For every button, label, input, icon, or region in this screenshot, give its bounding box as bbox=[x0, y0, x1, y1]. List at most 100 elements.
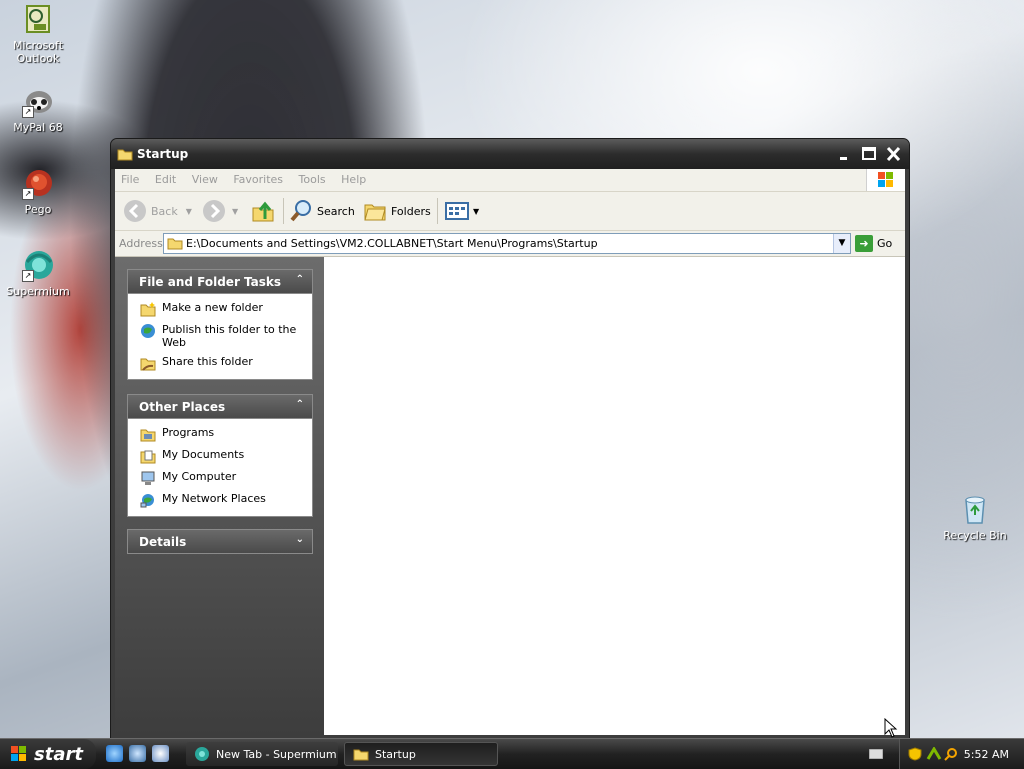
search-button[interactable]: Search bbox=[289, 198, 355, 224]
desktop-icon-label: Pego bbox=[24, 203, 52, 216]
place-my-network-places[interactable]: My Network Places bbox=[140, 492, 304, 508]
back-label: Back bbox=[151, 204, 178, 218]
task-pane: File and Folder Tasks ⌃ Make a new folde… bbox=[115, 257, 324, 735]
network-icon[interactable] bbox=[926, 747, 942, 761]
recycle-bin-icon bbox=[959, 494, 991, 526]
collapse-chevron-icon[interactable]: ⌃ bbox=[296, 274, 304, 285]
close-button[interactable] bbox=[884, 146, 903, 163]
outlook-express-icon[interactable] bbox=[129, 745, 146, 762]
views-icon bbox=[445, 202, 469, 220]
desktop-icon-mypal[interactable]: ↗ MyPal 68 bbox=[0, 86, 76, 134]
place-label: My Documents bbox=[162, 448, 245, 461]
panel-body: Make a new folder Publish this folder to… bbox=[127, 293, 313, 380]
panel-header[interactable]: File and Folder Tasks ⌃ bbox=[127, 269, 313, 293]
panel-header[interactable]: Other Places ⌃ bbox=[127, 394, 313, 418]
share-folder-icon bbox=[140, 358, 156, 371]
clock[interactable]: 5:52 AM bbox=[964, 748, 1009, 761]
minimize-button[interactable] bbox=[836, 146, 855, 163]
task-label: Make a new folder bbox=[162, 301, 263, 314]
taskbar-task-startup[interactable]: Startup bbox=[344, 742, 498, 766]
menu-view[interactable]: View bbox=[186, 169, 224, 190]
task-label: Share this folder bbox=[162, 355, 253, 368]
folders-icon bbox=[364, 204, 386, 221]
views-button[interactable]: ▼ bbox=[445, 198, 479, 224]
maximize-button[interactable] bbox=[860, 146, 879, 163]
file-list-area[interactable] bbox=[324, 257, 905, 735]
menu-edit[interactable]: Edit bbox=[149, 169, 182, 190]
desktop-icon-outlook[interactable]: Microsoft Outlook bbox=[0, 4, 76, 65]
forward-dropdown-icon: ▼ bbox=[232, 206, 239, 216]
new-folder-icon bbox=[140, 302, 156, 317]
go-button[interactable]: ➜ Go bbox=[855, 234, 892, 253]
place-label: My Computer bbox=[162, 470, 237, 483]
address-value: E:\Documents and Settings\VM2.COLLABNET\… bbox=[186, 237, 598, 250]
my-computer-icon bbox=[141, 471, 155, 485]
address-input[interactable]: E:\Documents and Settings\VM2.COLLABNET\… bbox=[163, 233, 851, 254]
keyboard-icon[interactable] bbox=[869, 749, 883, 759]
desktop-icon-supermium[interactable]: ↗ Supermium bbox=[0, 250, 76, 298]
back-button[interactable]: Back ▼ bbox=[123, 198, 192, 224]
task-share-folder[interactable]: Share this folder bbox=[140, 355, 304, 371]
place-my-documents[interactable]: My Documents bbox=[140, 448, 304, 464]
shortcut-arrow-icon: ↗ bbox=[22, 270, 34, 282]
task-publish-web[interactable]: Publish this folder to the Web bbox=[140, 323, 304, 349]
folder-icon bbox=[167, 238, 183, 250]
outlook-icon bbox=[22, 4, 54, 36]
expand-chevron-icon[interactable]: ⌄ bbox=[296, 534, 304, 545]
address-bar: Address E:\Documents and Settings\VM2.CO… bbox=[115, 231, 905, 257]
ie-icon[interactable] bbox=[106, 745, 123, 762]
security-shield-icon[interactable] bbox=[908, 747, 922, 761]
menu-tools[interactable]: Tools bbox=[293, 169, 332, 190]
network-places-icon bbox=[140, 494, 154, 508]
desktop-icon-label: Microsoft Outlook bbox=[12, 39, 64, 65]
search-label: Search bbox=[317, 204, 355, 218]
windows-logo-icon bbox=[11, 746, 26, 761]
folders-button[interactable]: Folders bbox=[363, 198, 431, 224]
panel-header[interactable]: Details ⌄ bbox=[127, 529, 313, 554]
window-title: Startup bbox=[137, 147, 189, 161]
forward-button[interactable]: ▼ bbox=[202, 198, 238, 224]
start-label: start bbox=[34, 743, 83, 765]
start-button[interactable]: start bbox=[0, 739, 96, 769]
back-arrow-icon bbox=[124, 200, 146, 222]
taskbar-task-supermium[interactable]: New Tab - Supermium bbox=[186, 742, 338, 766]
place-label: Programs bbox=[162, 426, 215, 439]
desktop-icon-label: Recycle Bin bbox=[943, 529, 1007, 542]
shortcut-arrow-icon: ↗ bbox=[22, 188, 34, 200]
title-bar[interactable]: Startup bbox=[111, 139, 909, 169]
supermium-icon bbox=[195, 747, 209, 761]
desktop-icon-pego[interactable]: ↗ Pego bbox=[0, 168, 76, 216]
place-my-computer[interactable]: My Computer bbox=[140, 470, 304, 486]
collapse-chevron-icon[interactable]: ⌃ bbox=[296, 399, 304, 410]
address-label: Address bbox=[119, 237, 163, 250]
up-folder-button[interactable] bbox=[251, 198, 275, 224]
task-label: New Tab - Supermium bbox=[216, 747, 337, 761]
supermium-icon: ↗ bbox=[22, 250, 54, 282]
raccoon-icon: ↗ bbox=[22, 86, 54, 118]
address-dropdown-button[interactable]: ▼ bbox=[833, 234, 850, 253]
desktop-icon-label: MyPal 68 bbox=[13, 121, 63, 134]
place-programs[interactable]: Programs bbox=[140, 426, 304, 442]
taskbar: start New Tab - Supermium Startup 5:52 A… bbox=[0, 738, 1024, 769]
search-tray-icon[interactable] bbox=[944, 747, 958, 761]
menu-help[interactable]: Help bbox=[335, 169, 372, 190]
desktop-icon-label: Supermium bbox=[6, 285, 70, 298]
programs-folder-icon bbox=[140, 429, 156, 442]
task-make-new-folder[interactable]: Make a new folder bbox=[140, 301, 304, 317]
desktop-icon-recycle-bin[interactable]: Recycle Bin bbox=[937, 494, 1013, 542]
menu-bar: File Edit View Favorites Tools Help bbox=[115, 169, 905, 192]
panel-title: File and Folder Tasks bbox=[139, 275, 282, 289]
forward-arrow-icon bbox=[203, 200, 225, 222]
shortcut-arrow-icon: ↗ bbox=[22, 106, 34, 118]
media-player-icon[interactable] bbox=[152, 745, 169, 762]
search-icon bbox=[290, 200, 311, 222]
task-label: Startup bbox=[375, 747, 416, 761]
menu-file[interactable]: File bbox=[115, 169, 145, 190]
folder-icon bbox=[353, 749, 369, 761]
place-label: My Network Places bbox=[162, 492, 266, 505]
windows-logo-icon bbox=[866, 169, 905, 191]
mouse-cursor-icon bbox=[884, 718, 898, 738]
system-tray: 5:52 AM bbox=[899, 739, 1024, 769]
menu-favorites[interactable]: Favorites bbox=[227, 169, 289, 190]
toolbar: Back ▼ ▼ Search Folders ▼ bbox=[115, 192, 905, 231]
